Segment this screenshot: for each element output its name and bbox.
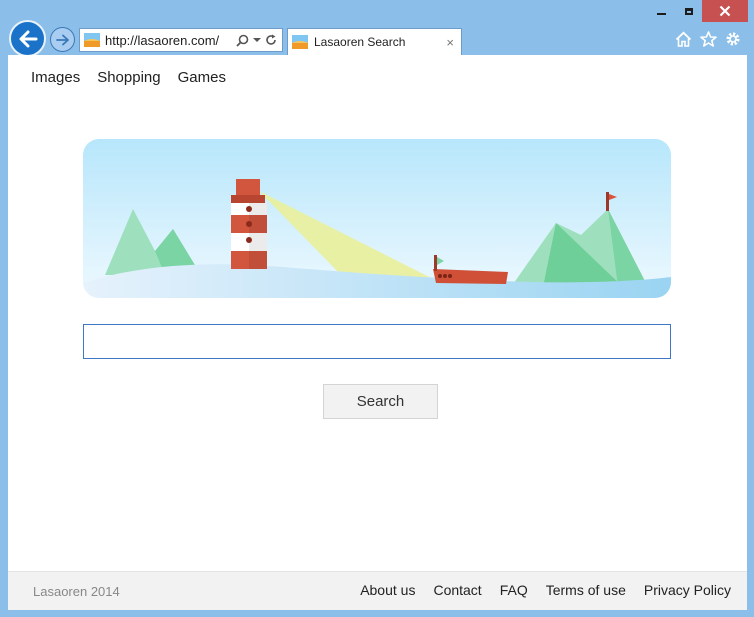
star-icon (699, 31, 717, 47)
browser-toolbar (674, 30, 742, 48)
favorites-button[interactable] (699, 30, 717, 48)
browser-chrome: http://lasaoren.com/ Lasaoren Search × (0, 0, 754, 57)
address-bar[interactable]: http://lasaoren.com/ (79, 28, 283, 52)
page-viewport: Images Shopping Games Search Lasaoren 20… (8, 55, 747, 610)
gear-icon (726, 32, 740, 46)
maximize-icon (685, 7, 693, 15)
home-icon (675, 31, 691, 47)
nav-shopping-link[interactable]: Shopping (97, 69, 160, 86)
copyright-text: Lasaoren 2014 (33, 584, 120, 599)
footer-terms-link[interactable]: Terms of use (546, 582, 626, 598)
close-icon (719, 5, 731, 17)
search-button[interactable]: Search (323, 384, 438, 419)
back-button[interactable] (9, 20, 46, 57)
forward-button[interactable] (50, 27, 75, 52)
maximize-button[interactable] (676, 0, 702, 22)
footer-about-link[interactable]: About us (360, 582, 415, 598)
nav-images-link[interactable]: Images (31, 69, 80, 86)
site-favicon-icon (84, 33, 100, 47)
refresh-icon[interactable] (265, 34, 277, 46)
tab-close-icon[interactable]: × (446, 35, 454, 50)
footer: Lasaoren 2014 About us Contact FAQ Terms… (8, 571, 747, 610)
footer-links: About us Contact FAQ Terms of use Privac… (360, 582, 731, 598)
minimize-button[interactable] (648, 0, 674, 22)
dropdown-icon[interactable] (253, 37, 261, 43)
footer-faq-link[interactable]: FAQ (500, 582, 528, 598)
lighthouse-logo-banner (83, 139, 671, 298)
address-url[interactable]: http://lasaoren.com/ (105, 33, 236, 48)
search-input[interactable] (83, 324, 671, 359)
top-nav: Images Shopping Games (31, 69, 226, 86)
nav-games-link[interactable]: Games (178, 69, 226, 86)
close-window-button[interactable] (702, 0, 748, 22)
back-arrow-icon (19, 30, 37, 47)
footer-privacy-link[interactable]: Privacy Policy (644, 582, 731, 598)
browser-tab[interactable]: Lasaoren Search × (287, 28, 462, 55)
tab-title: Lasaoren Search (314, 35, 406, 49)
minimize-icon (656, 13, 666, 15)
home-button[interactable] (674, 30, 692, 48)
search-icon[interactable] (236, 34, 249, 47)
tab-favicon-icon (292, 35, 308, 49)
settings-button[interactable] (724, 30, 742, 48)
forward-arrow-icon (55, 34, 69, 45)
footer-contact-link[interactable]: Contact (433, 582, 481, 598)
